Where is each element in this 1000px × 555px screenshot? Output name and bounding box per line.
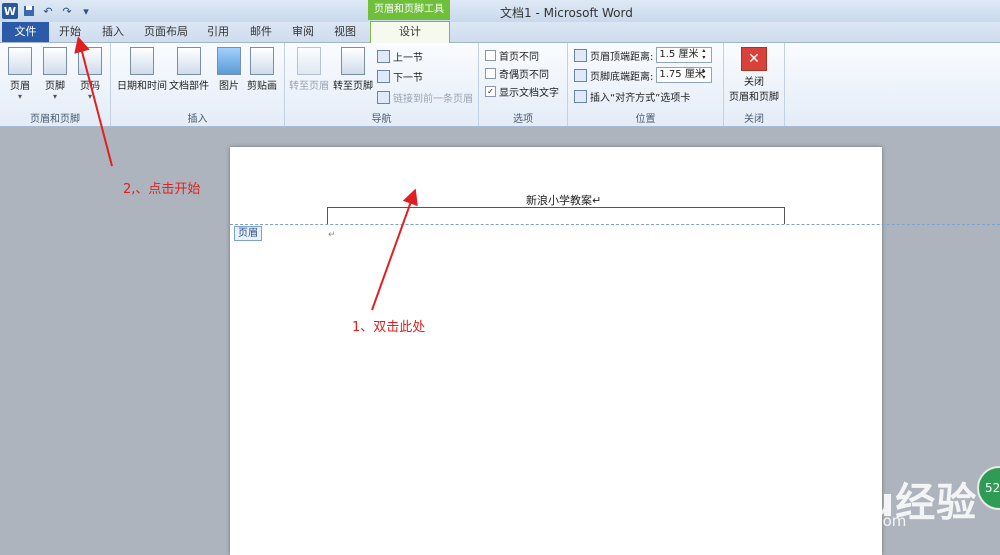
annotation-click-home: 2,、点击开始	[123, 182, 201, 197]
annotation-double-click: 1、双击此处	[352, 320, 426, 335]
arrow-to-header	[371, 188, 418, 311]
arrow-to-home-tab	[74, 36, 113, 167]
baidu-watermark-url: jingyan.baidu.com	[768, 512, 907, 530]
